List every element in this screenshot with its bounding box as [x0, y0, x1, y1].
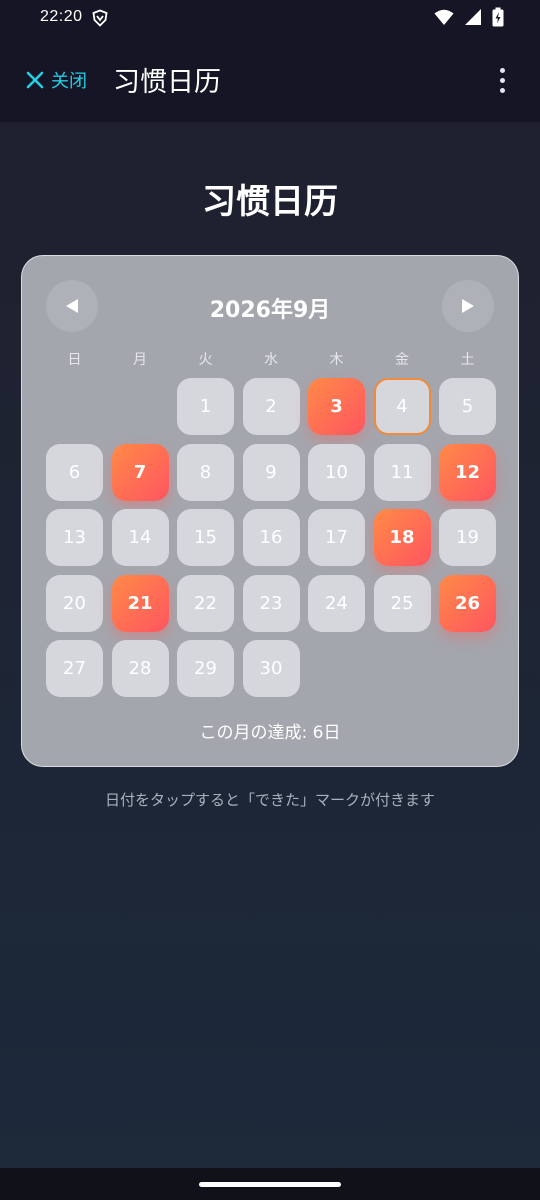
calendar-day[interactable]: 28 — [111, 640, 169, 697]
calendar-day[interactable]: 6 — [46, 443, 103, 501]
status-bar: 22:20 — [0, 0, 540, 38]
calendar-day[interactable]: 8 — [177, 443, 234, 501]
month-summary: この月の達成: 6日 — [199, 723, 341, 743]
weekday-thu: 木 — [329, 352, 344, 368]
app-bar: 关闭 习惯日历 — [0, 38, 540, 122]
calendar-day-completed[interactable]: 12 — [439, 443, 496, 501]
calendar-day[interactable]: 16 — [242, 509, 300, 566]
calendar-day[interactable]: 10 — [308, 443, 365, 501]
calendar-grid: 1 2 3 4 5 6 7 8 9 10 11 12 13 14 15 16 17 18 19 20 21 22 23 24 2… — [46, 378, 496, 697]
calendar-day-today[interactable]: 4 — [373, 378, 431, 435]
calendar-day[interactable]: 5 — [439, 378, 496, 435]
status-time: 22:20 — [40, 8, 83, 25]
weekday-sat: 土 — [460, 352, 475, 368]
page-title: 习惯日历 — [202, 182, 338, 222]
calendar-day[interactable]: 25 — [373, 574, 431, 632]
vpn-shield-icon — [92, 9, 108, 27]
more-vertical-icon-dot — [499, 87, 505, 93]
calendar-day[interactable]: 29 — [177, 640, 234, 697]
weekday-header: 日 月 火 水 木 金 土 — [46, 349, 496, 369]
calendar-day[interactable]: 9 — [242, 443, 300, 501]
calendar-day[interactable]: 22 — [177, 574, 234, 632]
calendar-day[interactable]: 23 — [242, 574, 300, 632]
close-x-icon — [26, 71, 44, 89]
calendar-day[interactable]: 14 — [111, 509, 169, 566]
system-nav-bar — [0, 1168, 540, 1200]
weekday-mon: 月 — [133, 352, 147, 368]
calendar-day[interactable]: 2 — [242, 378, 300, 435]
home-indicator[interactable] — [199, 1182, 341, 1187]
weekday-fri: 金 — [395, 352, 409, 368]
more-vertical-icon-dot — [499, 77, 505, 83]
signal-icon — [465, 9, 481, 25]
calendar-day[interactable]: 19 — [439, 509, 496, 566]
wifi-icon — [434, 9, 454, 25]
status-icons — [434, 7, 504, 27]
more-options-button[interactable] — [490, 64, 514, 96]
calendar-day[interactable]: 17 — [308, 509, 365, 566]
calendar-day-completed[interactable]: 21 — [111, 574, 169, 632]
calendar-day[interactable]: 24 — [308, 574, 365, 632]
calendar-day[interactable]: 27 — [46, 640, 103, 697]
calendar-day[interactable]: 30 — [242, 640, 300, 697]
calendar-day-completed[interactable]: 3 — [308, 378, 365, 435]
tap-hint-text: 日付をタップすると「できた」マークが付きます — [104, 791, 435, 809]
calendar-day[interactable]: 1 — [177, 378, 234, 435]
calendar-blank-cell — [112, 378, 169, 435]
close-button[interactable]: 关闭 — [25, 66, 87, 94]
weekday-wed: 水 — [264, 352, 278, 368]
weekday-tue: 火 — [198, 352, 213, 368]
more-vertical-icon-dot — [499, 67, 505, 73]
calendar-day[interactable]: 11 — [373, 443, 431, 501]
calendar-day-completed[interactable]: 18 — [373, 509, 431, 566]
calendar-blank-cell — [46, 378, 103, 435]
triangle-right-icon — [462, 299, 474, 313]
battery-icon — [492, 7, 504, 27]
close-label: 关闭 — [51, 71, 87, 92]
calendar-day-completed[interactable]: 26 — [439, 574, 496, 632]
app-bar-title: 习惯日历 — [113, 67, 221, 98]
calendar-day[interactable]: 13 — [46, 509, 103, 566]
next-month-button[interactable] — [442, 280, 494, 332]
calendar-card: 2026年9月 日 月 火 水 木 金 土 1 2 3 4 5 6 7 8 9 10 11 12 13 1… — [21, 255, 519, 767]
calendar-day[interactable]: 20 — [46, 574, 103, 632]
weekday-sun: 日 — [67, 352, 82, 368]
calendar-day-completed[interactable]: 7 — [111, 443, 169, 501]
calendar-day[interactable]: 15 — [177, 509, 234, 566]
